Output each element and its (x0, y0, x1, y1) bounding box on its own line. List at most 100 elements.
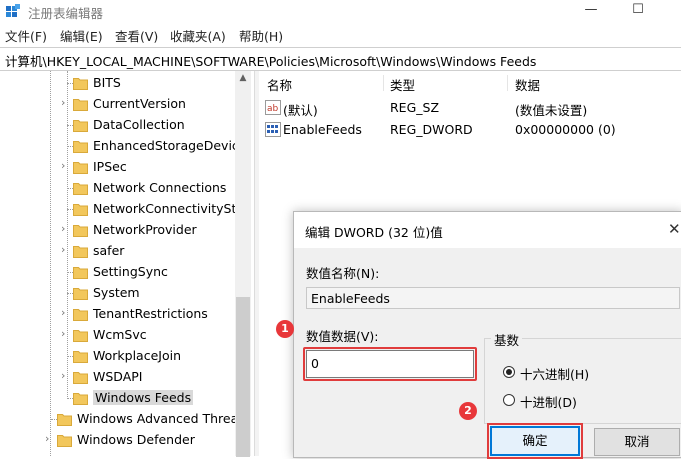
registry-tree: BITS › CurrentVersion DataCollection Enhance… (0, 71, 251, 456)
folder-icon (57, 412, 72, 426)
tree-item[interactable]: › CurrentVersion (0, 94, 240, 115)
tree-item[interactable]: WorkplaceJoin (0, 346, 240, 367)
tree-item-label[interactable]: WSDAPI (93, 369, 142, 384)
scroll-thumb[interactable] (236, 297, 250, 457)
tree-item[interactable]: System (0, 283, 240, 304)
radio-hex[interactable]: 十六进制(H) (503, 364, 673, 382)
list-row-enablefeeds[interactable]: EnableFeeds REG_DWORD 0x00000000 (0) (259, 119, 679, 141)
folder-icon (73, 139, 88, 153)
tree-item[interactable]: Windows Advanced Threa (0, 409, 240, 430)
tree-item-label[interactable]: TenantRestrictions (93, 306, 208, 321)
tree-item-label[interactable]: BITS (93, 75, 121, 90)
address-bar[interactable]: 计算机\HKEY_LOCAL_MACHINE\SOFTWARE\Policies… (0, 47, 681, 71)
column-separator[interactable] (507, 75, 508, 91)
tree-scrollbar[interactable]: ▲ (235, 71, 251, 457)
menu-help[interactable]: 帮助(H) (239, 26, 283, 45)
tree-item-label[interactable]: EnhancedStorageDevice (93, 138, 246, 153)
column-header-name[interactable]: 名称 (267, 75, 292, 94)
chevron-right-icon[interactable]: › (61, 328, 71, 340)
tree-item-label[interactable]: safer (93, 243, 124, 258)
radio-dec[interactable]: 十进制(D) (503, 392, 673, 410)
radio-hex-label[interactable]: 十六进制(H) (520, 364, 589, 383)
chevron-right-icon[interactable]: › (61, 160, 71, 172)
base-label: 基数 (491, 330, 523, 349)
tree-item-label[interactable]: CurrentVersion (93, 96, 186, 111)
tree-item-label[interactable]: NetworkProvider (93, 222, 197, 237)
chevron-right-icon[interactable]: › (61, 97, 71, 109)
tree-item-label[interactable]: WcmSvc (93, 327, 147, 342)
regedit-app-icon (6, 4, 20, 17)
column-separator[interactable] (383, 75, 384, 91)
dword-value-icon (265, 122, 281, 137)
value-type: REG_SZ (390, 100, 440, 115)
value-name: (默认) (283, 103, 318, 118)
radio-dec-label[interactable]: 十进制(D) (520, 392, 577, 411)
folder-icon (73, 160, 88, 174)
value-data-label: 数值数据(V): (306, 329, 379, 344)
menu-file[interactable]: 文件(F) (5, 26, 47, 45)
svg-text:ab: ab (267, 104, 279, 114)
close-icon[interactable]: ✕ (668, 220, 681, 238)
tree-item[interactable]: › Windows Defender (0, 430, 240, 451)
tree-item-label[interactable]: Network Connections (93, 180, 226, 195)
value-name: EnableFeeds (283, 122, 362, 137)
tree-item[interactable]: › NetworkProvider (0, 220, 240, 241)
tree-item[interactable]: Network Connections (0, 178, 240, 199)
tree-item-label[interactable]: Windows Feeds (93, 390, 194, 405)
tree-item[interactable]: NetworkConnectivitySta (0, 199, 244, 220)
tree-item[interactable]: EnhancedStorageDevice (0, 136, 246, 157)
folder-icon (73, 391, 88, 405)
value-data: 0x00000000 (0) (515, 122, 616, 137)
column-header-data[interactable]: 数据 (515, 75, 540, 94)
tree-item-label[interactable]: NetworkConnectivitySta (93, 201, 244, 216)
chevron-right-icon[interactable]: › (61, 307, 71, 319)
tree-item[interactable]: › WSDAPI (0, 367, 240, 388)
string-value-icon: ab (265, 100, 281, 115)
tree-item-label[interactable]: System (93, 285, 140, 300)
address-path[interactable]: 计算机\HKEY_LOCAL_MACHINE\SOFTWARE\Policies… (5, 51, 536, 70)
tree-item-label[interactable]: Windows Defender (77, 432, 195, 447)
list-row-default[interactable]: ab (默认) REG_SZ (数值未设置) (259, 97, 679, 119)
tree-item-label[interactable]: IPSec (93, 159, 127, 174)
dialog-body: 数值名称(N): EnableFeeds 数值数据(V): 0 基数 十六进制(… (294, 248, 681, 459)
step-badge-1: 1 (276, 320, 294, 338)
folder-icon (73, 349, 88, 363)
value-type: REG_DWORD (390, 122, 473, 137)
menu-view[interactable]: 查看(V) (115, 26, 158, 45)
folder-icon (73, 307, 88, 321)
tree-item-label[interactable]: Windows Advanced Threa (77, 411, 238, 426)
chevron-right-icon[interactable]: › (61, 223, 71, 235)
radio-dec-button[interactable] (503, 394, 515, 406)
chevron-right-icon[interactable]: › (61, 244, 71, 256)
tree-item[interactable]: BITS (0, 73, 240, 94)
tree-item[interactable]: SettingSync (0, 262, 240, 283)
scroll-up-icon[interactable]: ▲ (235, 73, 251, 83)
folder-icon (73, 76, 88, 90)
tree-item[interactable]: › IPSec (0, 157, 240, 178)
tree-item[interactable]: › WcmSvc (0, 325, 240, 346)
folder-icon (73, 244, 88, 258)
data-input-highlight (303, 347, 477, 381)
folder-icon (73, 370, 88, 384)
tree-item[interactable]: DataCollection (0, 115, 240, 136)
menu-bar: 文件(F) 编辑(E) 查看(V) 收藏夹(A) 帮助(H) (0, 26, 681, 46)
folder-icon (73, 181, 88, 195)
tree-item-label[interactable]: DataCollection (93, 117, 185, 132)
tree-item-label[interactable]: WorkplaceJoin (93, 348, 181, 363)
menu-edit[interactable]: 编辑(E) (60, 26, 103, 45)
tree-item[interactable]: › safer (0, 241, 240, 262)
minimize-button[interactable]: — (568, 0, 614, 22)
chevron-right-icon[interactable]: › (45, 433, 55, 445)
column-header-type[interactable]: 类型 (390, 75, 415, 94)
tree-item[interactable]: › TenantRestrictions (0, 304, 240, 325)
chevron-right-icon[interactable]: › (61, 370, 71, 382)
tree-item-label[interactable]: SettingSync (93, 264, 168, 279)
cancel-button[interactable]: 取消 (594, 428, 680, 456)
menu-favorites[interactable]: 收藏夹(A) (170, 26, 226, 45)
radio-hex-button[interactable] (503, 366, 515, 378)
folder-icon (73, 118, 88, 132)
folder-icon (57, 433, 72, 447)
folder-icon (73, 223, 88, 237)
tree-item[interactable]: Windows Feeds (0, 388, 240, 409)
maximize-button[interactable]: ☐ (615, 0, 661, 22)
